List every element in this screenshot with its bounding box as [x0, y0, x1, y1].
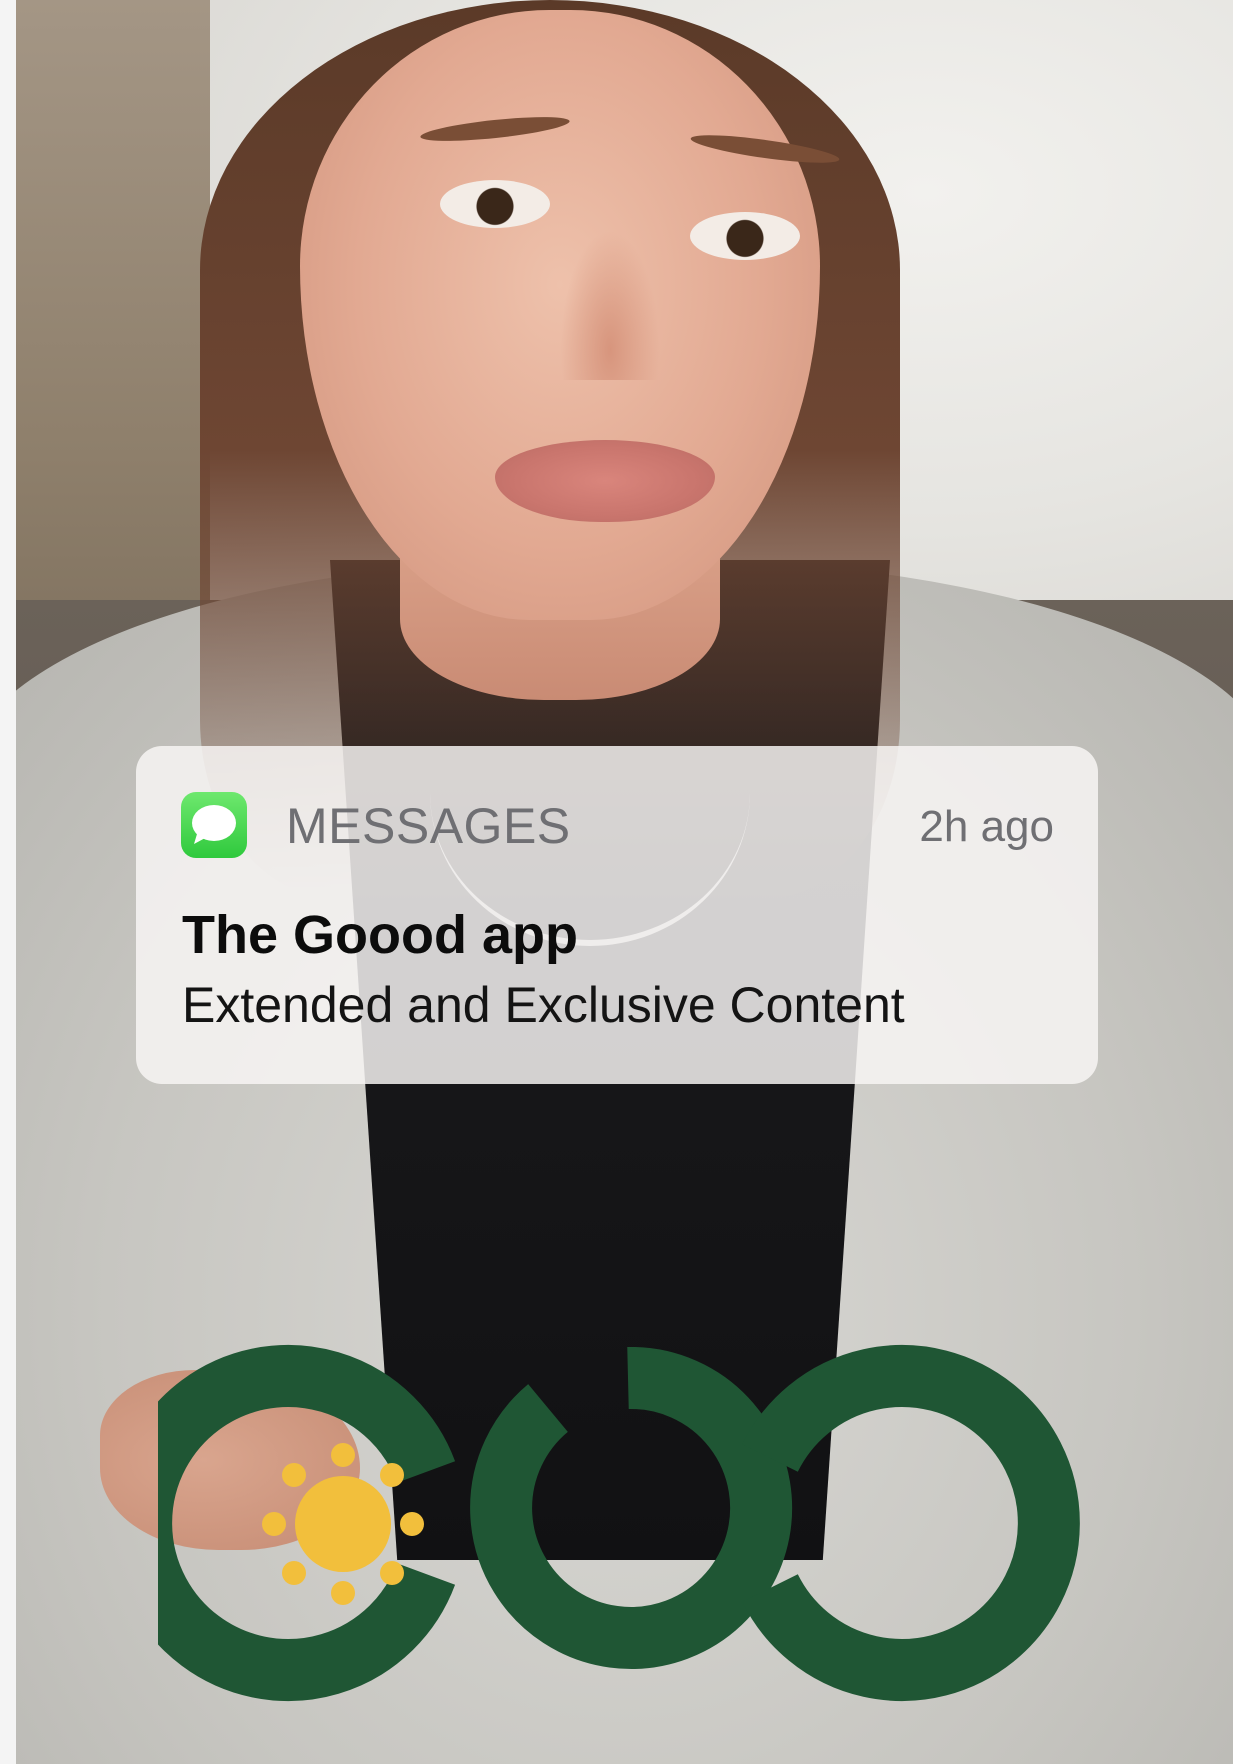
notification-sender: The Goood app — [182, 905, 578, 965]
message-notification[interactable]: MESSAGES 2h ago The Goood app Extended a… — [136, 746, 1098, 1084]
notification-message: Extended and Exclusive Content — [182, 977, 905, 1033]
goood-logo — [158, 1345, 1080, 1701]
app-name: MESSAGES — [286, 798, 571, 854]
logo-rings — [158, 1345, 1080, 1701]
sun-icon — [262, 1443, 424, 1605]
right-eye — [690, 212, 800, 260]
left-edge — [0, 0, 16, 1764]
speech-bubble-icon — [181, 792, 247, 858]
logo-ring-middle — [470, 1346, 793, 1669]
notification-timestamp: 2h ago — [919, 802, 1054, 851]
moon-icon — [854, 1450, 992, 1607]
logo-ring-right — [742, 1345, 1080, 1701]
nose — [560, 230, 660, 380]
left-eye — [440, 180, 550, 228]
